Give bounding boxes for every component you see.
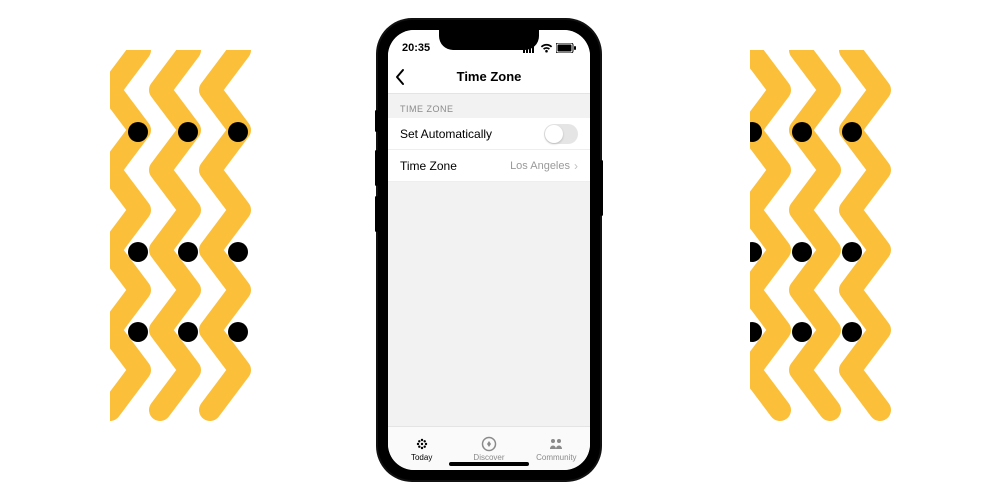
today-icon (414, 436, 430, 452)
row-time-zone[interactable]: Time Zone Los Angeles › (388, 150, 590, 182)
community-icon (548, 436, 564, 452)
tab-label: Community (536, 453, 576, 462)
decorative-pattern-left (110, 50, 270, 455)
row-label: Set Automatically (400, 127, 492, 141)
wifi-icon (540, 43, 553, 53)
nav-bar: Time Zone (388, 60, 590, 94)
content-area: TIME ZONE Set Automatically Time Zone Lo… (388, 94, 590, 426)
toggle-set-automatically[interactable] (544, 124, 578, 144)
status-time: 20:35 (402, 42, 430, 54)
chevron-right-icon: › (574, 159, 578, 173)
nav-title: Time Zone (457, 69, 522, 84)
back-button[interactable] (394, 68, 406, 89)
chevron-left-icon (394, 68, 406, 86)
discover-icon (481, 436, 497, 452)
row-set-automatically[interactable]: Set Automatically (388, 118, 590, 150)
home-indicator[interactable] (449, 462, 529, 466)
tab-label: Discover (473, 453, 504, 462)
phone-frame: 20:35 Time Zone TIME ZONE Set Automatica… (378, 20, 600, 480)
battery-icon (556, 43, 576, 53)
notch (439, 30, 539, 50)
row-label: Time Zone (400, 159, 457, 173)
section-header: TIME ZONE (388, 94, 590, 118)
decorative-pattern-right (750, 50, 910, 455)
tab-label: Today (411, 453, 432, 462)
tab-community[interactable]: Community (523, 427, 590, 470)
row-value: Los Angeles (510, 160, 570, 172)
tab-today[interactable]: Today (388, 427, 455, 470)
